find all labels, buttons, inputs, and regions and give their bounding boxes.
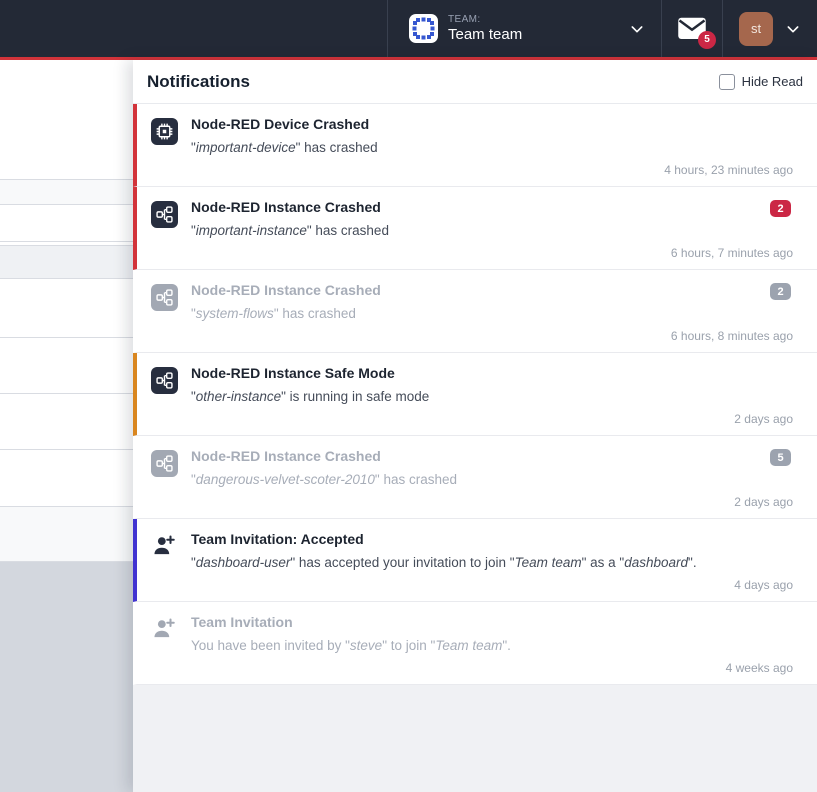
notification-icon-column	[151, 450, 178, 510]
background-row	[0, 246, 133, 279]
team-avatar-icon	[409, 14, 438, 43]
notification-content: Node-RED Instance Crashed "important-ins…	[191, 201, 793, 261]
background-row	[0, 205, 133, 242]
hide-read-control: Hide Read	[719, 74, 803, 90]
notification-count-badge: 5	[770, 449, 791, 466]
notification-icon-column	[151, 118, 178, 178]
notification-timestamp: 4 hours, 23 minutes ago	[191, 163, 793, 178]
team-selector-text: TEAM: Team team	[448, 14, 522, 43]
notification-item[interactable]: Node-RED Instance Crashed "dangerous-vel…	[133, 436, 817, 519]
notification-timestamp: 6 hours, 8 minutes ago	[191, 329, 793, 344]
background-footer-area	[0, 562, 133, 792]
nodered-instance-icon	[151, 201, 178, 228]
user-add-icon	[151, 629, 177, 646]
mail-icon: 5	[677, 16, 707, 42]
unread-count-badge: 5	[698, 31, 716, 49]
notification-content: Node-RED Device Crashed "important-devic…	[191, 118, 793, 178]
notification-item[interactable]: Node-RED Device Crashed "important-devic…	[133, 104, 817, 187]
notification-title: Team Invitation: Accepted	[191, 530, 793, 549]
notification-icon-column	[151, 284, 178, 344]
notification-message: "system-flows" has crashed	[191, 304, 793, 324]
notification-icon-column	[151, 367, 178, 427]
user-add-icon	[151, 546, 177, 563]
notification-timestamp: 2 days ago	[191, 412, 793, 427]
nodered-instance-icon	[151, 450, 178, 477]
notification-content: Node-RED Instance Crashed "system-flows"…	[191, 284, 793, 344]
team-selector[interactable]: TEAM: Team team	[387, 0, 661, 57]
notification-item[interactable]: Node-RED Instance Crashed "system-flows"…	[133, 270, 817, 353]
team-name: Team team	[448, 26, 522, 43]
notifications-list-footer	[133, 685, 817, 792]
notification-title: Node-RED Instance Safe Mode	[191, 364, 793, 383]
hide-read-checkbox[interactable]	[719, 74, 735, 90]
notification-item[interactable]: Team Invitation You have been invited by…	[133, 602, 817, 685]
notification-message: "dashboard-user" has accepted your invit…	[191, 553, 793, 573]
notification-message: You have been invited by "steve" to join…	[191, 636, 793, 656]
notification-message: "important-instance" has crashed	[191, 221, 793, 241]
notification-content: Node-RED Instance Safe Mode "other-insta…	[191, 367, 793, 427]
notification-content: Team Invitation: Accepted "dashboard-use…	[191, 533, 793, 593]
screen: TEAM: Team team 5 st	[0, 0, 817, 792]
notification-message: "other-instance" is running in safe mode	[191, 387, 793, 407]
background-row	[0, 450, 133, 507]
notification-content: Team Invitation You have been invited by…	[191, 616, 793, 676]
notification-title: Node-RED Device Crashed	[191, 115, 793, 134]
notification-icon-column	[151, 533, 178, 593]
top-navbar: TEAM: Team team 5 st	[0, 0, 817, 57]
notification-count-badge: 2	[770, 200, 791, 217]
nodered-instance-icon	[151, 367, 178, 394]
navbar-spacer	[0, 0, 387, 57]
background-row	[0, 394, 133, 450]
notification-title: Node-RED Instance Crashed	[191, 281, 793, 300]
notification-timestamp: 2 days ago	[191, 495, 793, 510]
notification-timestamp: 6 hours, 7 minutes ago	[191, 246, 793, 261]
notification-icon-column	[151, 201, 178, 261]
panel-title: Notifications	[147, 72, 250, 92]
notification-timestamp: 4 days ago	[191, 578, 793, 593]
user-menu[interactable]: st	[722, 0, 817, 57]
background-page	[0, 60, 133, 792]
notification-title: Team Invitation	[191, 613, 793, 632]
notification-timestamp: 4 weeks ago	[191, 661, 793, 676]
team-label: TEAM:	[448, 14, 522, 26]
notification-icon-column	[151, 616, 178, 676]
notifications-list: Node-RED Device Crashed "important-devic…	[133, 104, 817, 685]
notification-item[interactable]: Node-RED Instance Safe Mode "other-insta…	[133, 353, 817, 436]
notification-message: "dangerous-velvet-scoter-2010" has crash…	[191, 470, 793, 490]
notification-title: Node-RED Instance Crashed	[191, 447, 793, 466]
notification-content: Node-RED Instance Crashed "dangerous-vel…	[191, 450, 793, 510]
user-avatar: st	[739, 12, 773, 46]
background-row	[0, 507, 133, 562]
hide-read-label: Hide Read	[742, 74, 803, 89]
chevron-down-icon	[629, 21, 645, 37]
background-row	[0, 180, 133, 205]
notifications-panel: Notifications Hide Read Node-RED Device …	[133, 60, 817, 792]
nodered-instance-icon	[151, 284, 178, 311]
chevron-down-icon	[785, 21, 801, 37]
notification-item[interactable]: Node-RED Instance Crashed "important-ins…	[133, 187, 817, 270]
notifications-panel-header: Notifications Hide Read	[133, 60, 817, 104]
background-row	[0, 279, 133, 338]
background-row	[0, 338, 133, 394]
notification-message: "important-device" has crashed	[191, 138, 793, 158]
notification-title: Node-RED Instance Crashed	[191, 198, 793, 217]
background-row	[0, 60, 133, 180]
notification-item[interactable]: Team Invitation: Accepted "dashboard-use…	[133, 519, 817, 602]
device-icon	[151, 118, 178, 145]
notifications-button[interactable]: 5	[661, 0, 722, 57]
notification-count-badge: 2	[770, 283, 791, 300]
